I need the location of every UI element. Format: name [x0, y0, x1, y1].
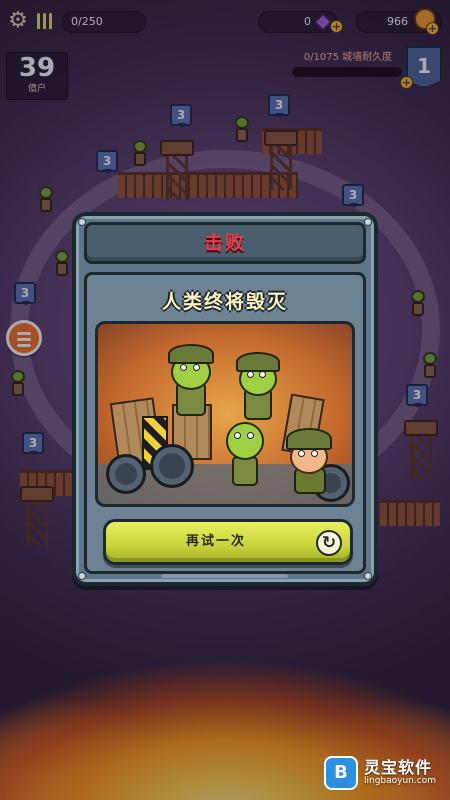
dialog-body: 人类终将毁灭 再试一次 ↻: [84, 272, 366, 574]
defeat-message: 人类终将毁灭: [161, 291, 288, 313]
watermark-logo: B: [324, 756, 358, 790]
dialog-header: 击败: [84, 222, 366, 264]
retry-icon: ↻: [316, 530, 342, 556]
watermark-url: lingbaoyun.com: [364, 776, 436, 786]
bolt-icon: [364, 572, 372, 580]
tire: [106, 454, 146, 494]
retry-button[interactable]: 再试一次 ↻: [103, 519, 353, 565]
bolt-icon: [78, 572, 86, 580]
dialog-title: 击败: [203, 232, 246, 254]
human-soldier: [284, 424, 334, 496]
watermark: B 灵宝软件 lingbaoyun.com: [324, 754, 448, 794]
defeat-dialog: 击败 人类终将毁灭 再试一次 ↻: [72, 212, 378, 586]
tire: [150, 444, 194, 488]
zombie-soldier: [222, 416, 268, 488]
watermark-name: 灵宝软件: [364, 758, 433, 777]
zombie-soldier: [234, 346, 282, 422]
page-indicator: [162, 574, 288, 578]
bolt-icon: [364, 218, 372, 226]
defeat-illustration: [95, 321, 355, 507]
zombie-soldier: [166, 338, 216, 418]
retry-label: 再试一次: [185, 534, 246, 549]
